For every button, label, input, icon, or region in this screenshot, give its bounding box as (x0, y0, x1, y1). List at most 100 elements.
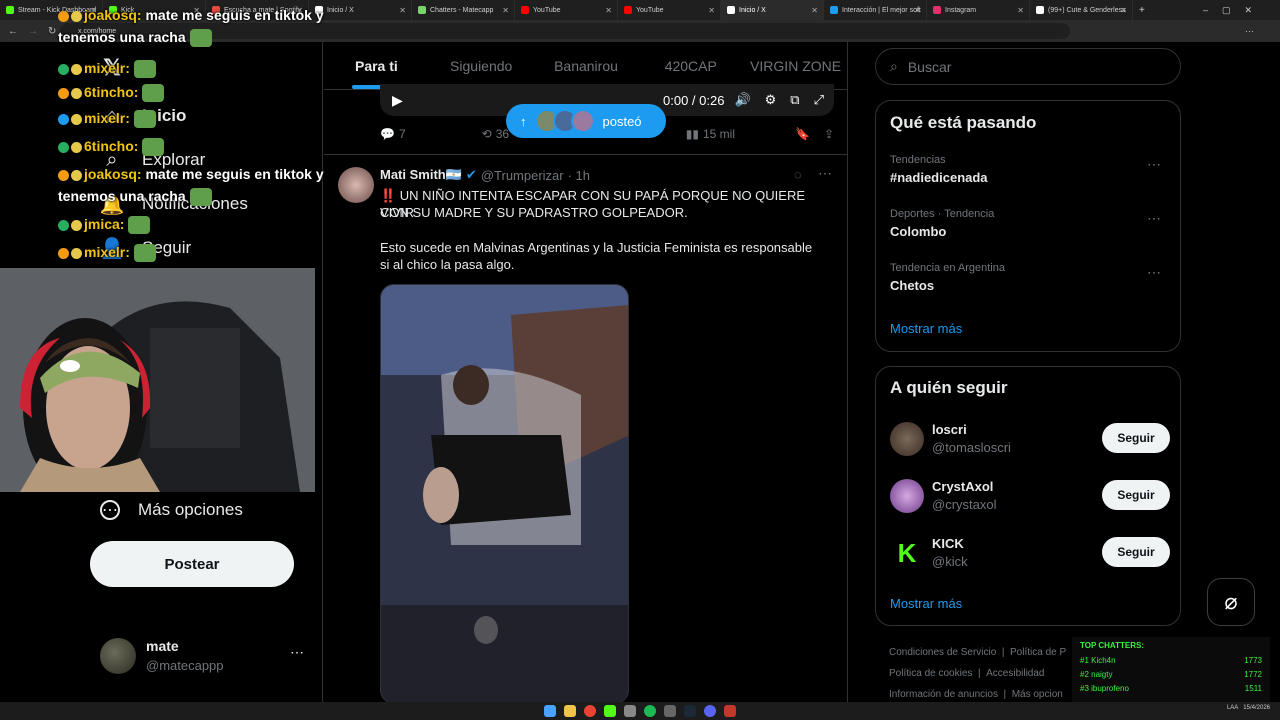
footer-link[interactable]: Información de anuncios (889, 689, 998, 700)
browser-tab-label: YouTube (636, 6, 664, 14)
top-chatters-title: TOP CHATTERS: (1080, 641, 1145, 650)
footer-link[interactable]: Política de cookies (889, 668, 972, 679)
browser-tab[interactable]: YouTube ✕ (618, 0, 721, 20)
tweet[interactable]: Mati Smith🇦🇷 ✔ @Trumperizar · 1h ◌ ⋯ ‼️ … (324, 154, 847, 702)
new-tab-icon[interactable]: + (1139, 5, 1145, 16)
volume-icon[interactable]: 🔊 (734, 92, 750, 108)
reply-count: 7 (398, 127, 406, 141)
browser-tab[interactable]: YouTube ✕ (515, 0, 618, 20)
timeline-tab[interactable]: Siguiendo (429, 42, 534, 89)
browser-tab[interactable]: Chatters - Matecapp ✕ (412, 0, 515, 20)
retweet-icon[interactable]: ⟲ (482, 127, 492, 141)
extensions-icon[interactable]: ⋯ (1245, 26, 1260, 37)
chat-badge-icon (58, 63, 69, 75)
trends-show-more[interactable]: Mostrar más (890, 321, 962, 336)
avatar[interactable] (338, 167, 374, 203)
more-icon[interactable]: ⋯ (1147, 210, 1162, 227)
search-input[interactable]: ⌕ Buscar (875, 48, 1181, 85)
views-icon[interactable]: ▮▮ (686, 127, 699, 141)
footer-link[interactable]: Condiciones de Servicio (889, 647, 996, 658)
browser-tab[interactable]: Interacción | El mejor soft ✕ (824, 0, 927, 20)
chat-badge-icon (71, 247, 82, 259)
reload-icon[interactable]: ↻ (48, 26, 56, 37)
footer-link[interactable]: Más opcion (1012, 689, 1063, 700)
reply-icon[interactable]: 💬 (380, 127, 395, 141)
grok-button[interactable]: ⌀ (1207, 578, 1255, 626)
follow-show-more[interactable]: Mostrar más (890, 596, 962, 611)
close-icon[interactable]: ✕ (914, 6, 921, 15)
tweet-author-name[interactable]: Mati Smith🇦🇷 (380, 167, 462, 183)
follow-button[interactable]: Seguir (1102, 423, 1170, 453)
settings-icon[interactable]: ⚙ (765, 92, 777, 108)
new-posts-pill[interactable]: ↑ posteó (506, 104, 666, 138)
kick-icon[interactable] (604, 705, 616, 717)
close-icon[interactable]: ✕ (605, 6, 612, 15)
profile-handle: @matecappp (146, 658, 224, 673)
nav-mas-opciones[interactable]: ⋯ Más opciones (100, 500, 243, 520)
tweet-text-line: CON SU MADRE Y SU PADRASTRO GOLPEADOR. (380, 205, 688, 220)
close-icon[interactable]: ✕ (502, 6, 509, 15)
file-explorer-icon[interactable] (564, 705, 576, 717)
follow-suggestion[interactable]: K KICK @kick Seguir (890, 534, 1170, 574)
emote-icon (189, 29, 212, 48)
more-icon[interactable]: ⋯ (1147, 156, 1162, 173)
close-icon[interactable]: ✕ (708, 6, 715, 15)
tweet-time[interactable]: · 1h (568, 168, 590, 183)
top-chatter-count: 1511 (1244, 684, 1262, 693)
discord-icon[interactable] (704, 705, 716, 717)
app-icon[interactable] (664, 705, 676, 717)
tweet-video[interactable] (380, 284, 629, 702)
favicon-icon (830, 6, 838, 14)
steam-icon[interactable] (684, 705, 696, 717)
browser-tab[interactable]: (99+) Cute & Genderless ✕ (1030, 0, 1133, 20)
trend-item[interactable]: Tendencia en Argentina Chetos ⋯ (890, 262, 1170, 293)
tweet-author-handle[interactable]: @Trumperizar (481, 168, 564, 183)
browser-tab[interactable]: Inicio / X ✕ (721, 0, 824, 20)
follow-button[interactable]: Seguir (1102, 537, 1170, 567)
timeline-tab[interactable]: Bananirou (534, 42, 639, 89)
chrome-icon[interactable] (584, 705, 596, 717)
spotify-icon[interactable] (644, 705, 656, 717)
more-icon[interactable]: ⋯ (1147, 264, 1162, 281)
browser-tab[interactable]: Instagram ✕ (927, 0, 1030, 20)
window-controls[interactable]: –▢✕ (1203, 5, 1266, 16)
follow-suggestion[interactable]: CrystAxol @crystaxol Seguir (890, 477, 1170, 517)
retweet-count: 36 (495, 127, 510, 141)
timeline-tab[interactable]: VIRGIN ZONE (743, 42, 847, 89)
bookmark-icon[interactable]: 🔖 (795, 127, 810, 141)
account-switcher[interactable]: mate @matecappp ⋯ (100, 636, 310, 680)
top-chatter-name: #3 ibuprofeno (1080, 684, 1129, 693)
timeline-tab[interactable]: 420CAP (638, 42, 743, 89)
close-icon[interactable]: ✕ (1017, 6, 1024, 15)
timeline-tab[interactable]: Para ti (324, 42, 429, 89)
browser-tab-label: Interacción | El mejor soft (842, 6, 921, 14)
post-button[interactable]: Postear (90, 541, 294, 587)
chat-message: jmica: (58, 216, 152, 235)
footer-link[interactable]: Política de P (1010, 647, 1066, 658)
avatar (100, 638, 136, 674)
app-icon[interactable] (624, 705, 636, 717)
nav-mas-opciones-label: Más opciones (138, 500, 243, 519)
fullscreen-icon[interactable]: ⤢ (814, 92, 824, 108)
grok-icon[interactable]: ◌ (794, 167, 802, 182)
trend-item[interactable]: Deportes · Tendencia Colombo ⋯ (890, 208, 1170, 239)
follow-button[interactable]: Seguir (1102, 480, 1170, 510)
close-icon[interactable]: ✕ (399, 6, 406, 15)
chat-badge-icon (71, 219, 82, 231)
share-icon[interactable]: ⇪ (824, 127, 834, 141)
follow-suggestion[interactable]: loscri @tomasloscri Seguir (890, 420, 1170, 460)
more-icon[interactable]: ⋯ (818, 165, 832, 182)
app-icon[interactable] (724, 705, 736, 717)
follow-handle: @crystaxol (932, 497, 997, 512)
back-icon[interactable]: ← (8, 26, 18, 37)
close-icon[interactable]: ✕ (1120, 6, 1127, 15)
footer-link[interactable]: Accesibilidad (986, 668, 1044, 679)
close-icon[interactable]: ✕ (811, 6, 818, 15)
play-icon[interactable]: ▶ (392, 92, 403, 109)
trend-item[interactable]: Tendencias #nadiedicenada ⋯ (890, 154, 1170, 185)
browser-tab[interactable]: Inicio / X ✕ (309, 0, 412, 20)
pip-icon[interactable]: ⧉ (790, 92, 799, 108)
windows-start-icon[interactable] (544, 705, 556, 717)
tweet-text-line: si al chico la pasa algo. (380, 257, 515, 272)
forward-icon[interactable]: → (28, 26, 38, 37)
